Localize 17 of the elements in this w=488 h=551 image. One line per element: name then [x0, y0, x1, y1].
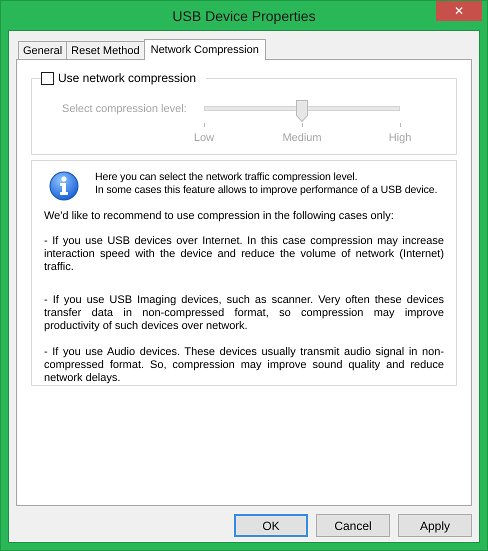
tab[interactable]: General — [18, 41, 68, 59]
tab[interactable]: Network Compression — [144, 39, 266, 60]
tick-label: Low — [194, 132, 214, 144]
info-text: Here you can select the network traffic compression level. — [95, 171, 358, 184]
case-paragraph: - If you use USB Imaging devices, such as scanner. Very often these devices transfer data in non-compressed format, so compression may improve productivity of such devices over network. — [44, 294, 444, 333]
checkbox-label: Use network compression — [58, 71, 196, 85]
dialog-button[interactable]: OK — [234, 514, 308, 537]
window-title: USB Device Properties — [172, 8, 316, 24]
tick-label: High — [388, 132, 412, 144]
dialog-button[interactable]: Cancel — [316, 514, 390, 537]
close-button[interactable]: ✕ — [436, 1, 482, 21]
dialog-button[interactable]: Apply — [398, 514, 472, 537]
case-paragraph: - If you use USB devices over Internet. In this case compression may increase interaction speed with the device and reduce the volume of network (Internet) traffic. — [44, 235, 444, 274]
tick-label: Medium — [282, 132, 322, 144]
recommendation-text: We'd like to recommend to use compression in the following cases only: — [44, 210, 395, 222]
case-paragraph: - If you use Audio devices. These devices usually transmit audio signal in non-compressed format. So, compression may improve sound quality and reduce network delays. — [44, 346, 444, 385]
info-text: In some cases this feature allows to improve performance of a USB device. — [95, 184, 438, 197]
